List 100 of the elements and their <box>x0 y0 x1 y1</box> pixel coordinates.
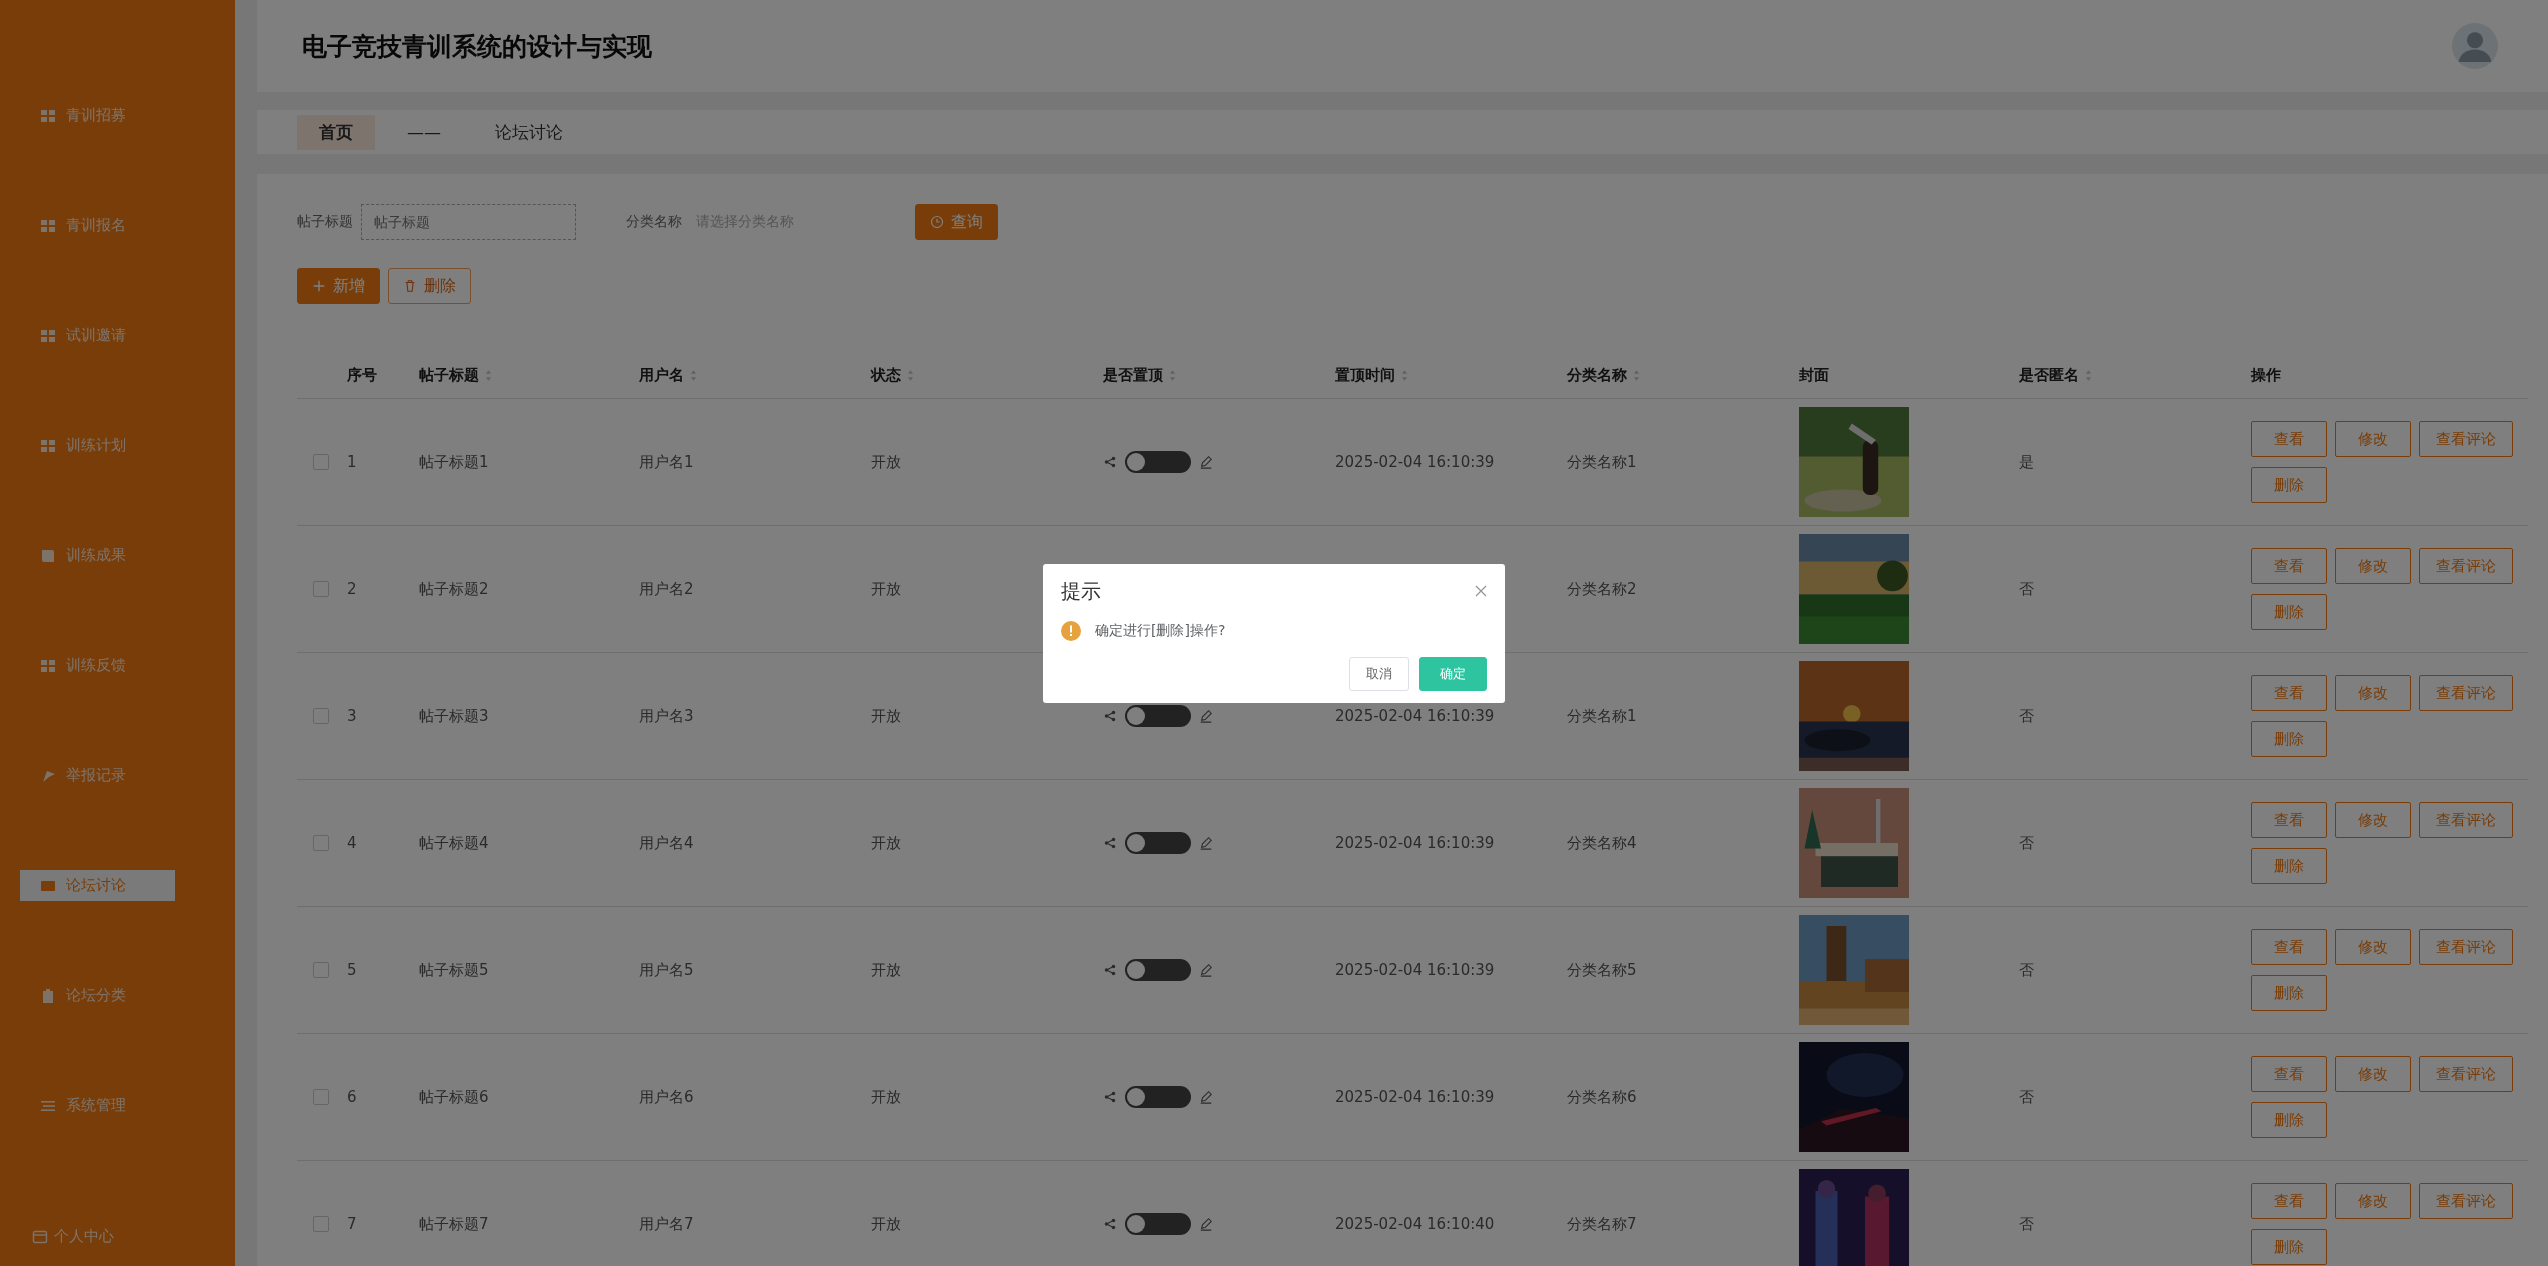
pen-icon[interactable] <box>1199 455 1213 469</box>
table-cell: 2025-02-04 16:10:39 <box>1335 453 1495 471</box>
view-button[interactable]: 查看 <box>2251 1056 2327 1092</box>
book-icon <box>40 547 56 564</box>
dialog-message: 确定进行[删除]操作? <box>1095 621 1226 640</box>
edit-button[interactable]: 修改 <box>2335 548 2411 584</box>
close-icon[interactable] <box>1475 585 1487 597</box>
sidebar-item[interactable]: 试训邀请 <box>20 320 175 351</box>
edit-button[interactable]: 修改 <box>2335 1183 2411 1219</box>
sidebar-item[interactable]: 青训招募 <box>20 100 175 131</box>
share-icon[interactable] <box>1103 1217 1117 1231</box>
sort-icon <box>1169 368 1176 382</box>
pin-toggle[interactable] <box>1125 705 1191 727</box>
row-checkbox[interactable] <box>313 962 329 978</box>
comments-button[interactable]: 查看评论 <box>2419 802 2513 838</box>
search-button[interactable]: 查询 <box>915 204 998 240</box>
share-icon[interactable] <box>1103 455 1117 469</box>
delete-button[interactable]: 删除 <box>2251 848 2327 884</box>
sidebar-item[interactable]: 训练反馈 <box>20 650 175 681</box>
sidebar-item[interactable]: 训练成果 <box>20 540 175 571</box>
edit-button[interactable]: 修改 <box>2335 802 2411 838</box>
row-checkbox[interactable] <box>313 581 329 597</box>
row-checkbox[interactable] <box>313 835 329 851</box>
table-cell: 开放 <box>871 579 901 599</box>
edit-button[interactable]: 修改 <box>2335 1056 2411 1092</box>
comments-button[interactable]: 查看评论 <box>2419 675 2513 711</box>
delete-button[interactable]: 删除 <box>2251 594 2327 630</box>
row-checkbox[interactable] <box>313 708 329 724</box>
share-icon[interactable] <box>1103 1090 1117 1104</box>
comments-button[interactable]: 查看评论 <box>2419 1183 2513 1219</box>
breadcrumb-link[interactable]: 论坛讨论 <box>473 114 585 150</box>
view-button[interactable]: 查看 <box>2251 929 2327 965</box>
title-input-field[interactable]: 帖子标题 <box>361 204 576 240</box>
column-header[interactable]: 是否置顶 <box>1103 365 1176 385</box>
view-button[interactable]: 查看 <box>2251 1183 2327 1219</box>
delete-button[interactable]: 删除 <box>2251 721 2327 757</box>
column-header[interactable]: 是否匿名 <box>2019 365 2092 385</box>
column-header[interactable]: 分类名称 <box>1567 365 1640 385</box>
share-icon[interactable] <box>1103 836 1117 850</box>
share-icon[interactable] <box>1103 963 1117 977</box>
confirm-button[interactable]: 确定 <box>1419 656 1487 691</box>
sidebar-item[interactable]: 举报记录 <box>20 760 175 791</box>
column-header: 操作 <box>2251 365 2281 385</box>
sidebar-item[interactable]: 个人中心 <box>0 1227 114 1246</box>
delete-button[interactable]: 删除 <box>2251 1229 2327 1265</box>
comments-button[interactable]: 查看评论 <box>2419 421 2513 457</box>
table-cell: 3 <box>347 707 357 725</box>
delete-button[interactable]: 删除 <box>2251 975 2327 1011</box>
column-header[interactable]: 置顶时间 <box>1335 365 1408 385</box>
row-checkbox[interactable] <box>313 454 329 470</box>
app-title: 电子竞技青训系统的设计与实现 <box>302 30 652 63</box>
table-cell: 分类名称1 <box>1567 706 1637 726</box>
view-button[interactable]: 查看 <box>2251 675 2327 711</box>
pin-toggle[interactable] <box>1125 959 1191 981</box>
column-header[interactable]: 用户名 <box>639 365 697 385</box>
add-button[interactable]: 新增 <box>297 268 380 304</box>
edit-button[interactable]: 修改 <box>2335 929 2411 965</box>
comments-button[interactable]: 查看评论 <box>2419 548 2513 584</box>
table-cell: 帖子标题3 <box>419 706 489 726</box>
grid-icon <box>40 657 56 674</box>
pin-toggle[interactable] <box>1125 451 1191 473</box>
view-button[interactable]: 查看 <box>2251 421 2327 457</box>
view-button[interactable]: 查看 <box>2251 548 2327 584</box>
edit-button[interactable]: 修改 <box>2335 675 2411 711</box>
row-checkbox[interactable] <box>313 1216 329 1232</box>
pen-icon[interactable] <box>1199 709 1213 723</box>
share-icon[interactable] <box>1103 709 1117 723</box>
pin-toggle[interactable] <box>1125 1086 1191 1108</box>
pen-icon[interactable] <box>1199 963 1213 977</box>
table-cell: 帖子标题7 <box>419 1214 489 1234</box>
view-button[interactable]: 查看 <box>2251 802 2327 838</box>
column-header[interactable]: 帖子标题 <box>419 365 492 385</box>
table-cell: 分类名称7 <box>1567 1214 1637 1234</box>
delete-button[interactable]: 删除 <box>2251 467 2327 503</box>
pen-icon[interactable] <box>1199 1090 1213 1104</box>
edit-button[interactable]: 修改 <box>2335 421 2411 457</box>
table-cell: 1 <box>347 453 357 471</box>
sort-icon <box>690 368 697 382</box>
sidebar-item[interactable]: 论坛讨论 <box>20 870 175 901</box>
sidebar-item[interactable]: 系统管理 <box>20 1090 175 1121</box>
comments-button[interactable]: 查看评论 <box>2419 929 2513 965</box>
pen-icon[interactable] <box>1199 1217 1213 1231</box>
cancel-button[interactable]: 取消 <box>1349 656 1409 691</box>
sidebar-item[interactable]: 论坛分类 <box>20 980 175 1011</box>
sidebar-item[interactable]: 青训报名 <box>20 210 175 241</box>
table-cell: 分类名称4 <box>1567 833 1637 853</box>
delete-button[interactable]: 删除 <box>2251 1102 2327 1138</box>
table-cell: 帖子标题5 <box>419 960 489 980</box>
delete-button[interactable]: 删除 <box>388 268 471 304</box>
column-header[interactable]: 状态 <box>871 365 914 385</box>
avatar-icon[interactable] <box>2452 23 2498 69</box>
row-checkbox[interactable] <box>313 1089 329 1105</box>
table-cell: 用户名3 <box>639 706 694 726</box>
pin-toggle[interactable] <box>1125 1213 1191 1235</box>
breadcrumb-link[interactable]: 首页 <box>297 114 375 150</box>
comments-button[interactable]: 查看评论 <box>2419 1056 2513 1092</box>
sidebar-item[interactable]: 训练计划 <box>20 430 175 461</box>
table-cell: 否 <box>2019 833 2034 853</box>
pen-icon[interactable] <box>1199 836 1213 850</box>
pin-toggle[interactable] <box>1125 832 1191 854</box>
